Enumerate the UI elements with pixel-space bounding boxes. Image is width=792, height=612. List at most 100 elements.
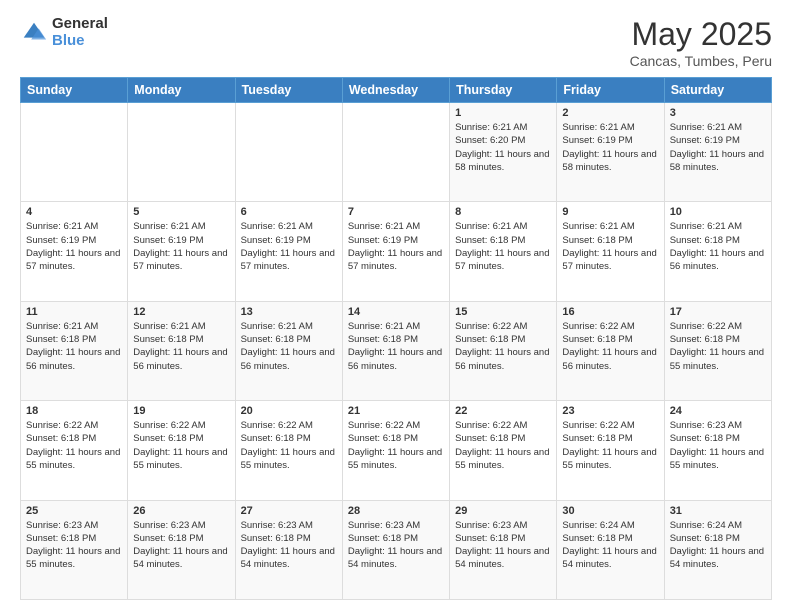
location: Cancas, Tumbes, Peru (630, 53, 772, 69)
col-monday: Monday (128, 78, 235, 103)
day-number: 26 (133, 505, 229, 517)
day-number: 13 (241, 306, 337, 318)
day-info: Sunrise: 6:21 AMSunset: 6:18 PMDaylight:… (26, 320, 122, 373)
logo-blue: Blue (52, 33, 108, 50)
calendar-cell: 30Sunrise: 6:24 AMSunset: 6:18 PMDayligh… (557, 500, 664, 599)
day-info: Sunrise: 6:21 AMSunset: 6:19 PMDaylight:… (562, 121, 658, 174)
day-info: Sunrise: 6:22 AMSunset: 6:18 PMDaylight:… (562, 419, 658, 472)
calendar-week-1: 4 Sunrise: 6:21 AMSunset: 6:19 PMDaylight… (21, 202, 772, 301)
calendar-cell (235, 103, 342, 202)
calendar-cell (21, 103, 128, 202)
day-number: 11 (26, 306, 122, 318)
day-info: Sunrise: 6:23 AMSunset: 6:18 PMDaylight:… (26, 519, 122, 572)
calendar-cell: 22 Sunrise: 6:22 AMSunset: 6:18 PMDayligh… (450, 401, 557, 500)
day-number: 5 (133, 206, 229, 218)
col-friday: Friday (557, 78, 664, 103)
calendar-cell: 9Sunrise: 6:21 AMSunset: 6:18 PMDaylight… (557, 202, 664, 301)
calendar-cell: 29 Sunrise: 6:23 AMSunset: 6:18 PMDayligh… (450, 500, 557, 599)
day-info: Sunrise: 6:22 AMSunset: 6:18 PMDaylight:… (562, 320, 658, 373)
calendar-body: 1 Sunrise: 6:21 AMSunset: 6:20 PMDaylight… (21, 103, 772, 600)
day-number: 28 (348, 505, 444, 517)
day-info: Sunrise: 6:21 AMSunset: 6:19 PMDaylight:… (348, 220, 444, 273)
day-info: Sunrise: 6:21 AMSunset: 6:18 PMDaylight:… (562, 220, 658, 273)
day-info: Sunrise: 6:23 AMSunset: 6:18 PMDaylight:… (241, 519, 337, 572)
calendar-week-4: 25Sunrise: 6:23 AMSunset: 6:18 PMDayligh… (21, 500, 772, 599)
calendar-cell: 5 Sunrise: 6:21 AMSunset: 6:19 PMDaylight… (128, 202, 235, 301)
col-saturday: Saturday (664, 78, 771, 103)
calendar-cell: 1 Sunrise: 6:21 AMSunset: 6:20 PMDaylight… (450, 103, 557, 202)
day-info: Sunrise: 6:21 AMSunset: 6:18 PMDaylight:… (348, 320, 444, 373)
day-info: Sunrise: 6:23 AMSunset: 6:18 PMDaylight:… (670, 419, 766, 472)
col-wednesday: Wednesday (342, 78, 449, 103)
day-number: 27 (241, 505, 337, 517)
logo-text: General Blue (52, 16, 108, 49)
calendar-cell: 7 Sunrise: 6:21 AMSunset: 6:19 PMDaylight… (342, 202, 449, 301)
day-info: Sunrise: 6:21 AMSunset: 6:18 PMDaylight:… (455, 220, 551, 273)
calendar-cell: 25Sunrise: 6:23 AMSunset: 6:18 PMDayligh… (21, 500, 128, 599)
calendar-cell: 19 Sunrise: 6:22 AMSunset: 6:18 PMDayligh… (128, 401, 235, 500)
calendar-cell: 28 Sunrise: 6:23 AMSunset: 6:18 PMDayligh… (342, 500, 449, 599)
day-info: Sunrise: 6:22 AMSunset: 6:18 PMDaylight:… (133, 419, 229, 472)
day-number: 1 (455, 107, 551, 119)
calendar-cell: 3Sunrise: 6:21 AMSunset: 6:19 PMDaylight… (664, 103, 771, 202)
calendar-cell: 21 Sunrise: 6:22 AMSunset: 6:18 PMDayligh… (342, 401, 449, 500)
logo-general: General (52, 16, 108, 33)
day-info: Sunrise: 6:23 AMSunset: 6:18 PMDaylight:… (133, 519, 229, 572)
calendar-week-2: 11 Sunrise: 6:21 AMSunset: 6:18 PMDayligh… (21, 301, 772, 400)
calendar-cell (342, 103, 449, 202)
day-info: Sunrise: 6:23 AMSunset: 6:18 PMDaylight:… (348, 519, 444, 572)
day-number: 21 (348, 405, 444, 417)
day-number: 29 (455, 505, 551, 517)
day-number: 17 (670, 306, 766, 318)
day-number: 23 (562, 405, 658, 417)
calendar-header: Sunday Monday Tuesday Wednesday Thursday… (21, 78, 772, 103)
calendar-cell: 2 Sunrise: 6:21 AMSunset: 6:19 PMDaylight… (557, 103, 664, 202)
day-info: Sunrise: 6:22 AMSunset: 6:18 PMDaylight:… (670, 320, 766, 373)
day-number: 20 (241, 405, 337, 417)
day-number: 7 (348, 206, 444, 218)
day-info: Sunrise: 6:21 AMSunset: 6:19 PMDaylight:… (241, 220, 337, 273)
day-info: Sunrise: 6:24 AMSunset: 6:18 PMDaylight:… (670, 519, 766, 572)
col-thursday: Thursday (450, 78, 557, 103)
calendar-cell: 10Sunrise: 6:21 AMSunset: 6:18 PMDayligh… (664, 202, 771, 301)
day-info: Sunrise: 6:22 AMSunset: 6:18 PMDaylight:… (455, 320, 551, 373)
calendar-cell: 23 Sunrise: 6:22 AMSunset: 6:18 PMDayligh… (557, 401, 664, 500)
col-tuesday: Tuesday (235, 78, 342, 103)
day-info: Sunrise: 6:22 AMSunset: 6:18 PMDaylight:… (455, 419, 551, 472)
header-row: Sunday Monday Tuesday Wednesday Thursday… (21, 78, 772, 103)
day-number: 8 (455, 206, 551, 218)
day-info: Sunrise: 6:21 AMSunset: 6:18 PMDaylight:… (670, 220, 766, 273)
day-number: 6 (241, 206, 337, 218)
day-number: 4 (26, 206, 122, 218)
day-number: 16 (562, 306, 658, 318)
logo: General Blue (20, 16, 108, 49)
day-info: Sunrise: 6:22 AMSunset: 6:18 PMDaylight:… (241, 419, 337, 472)
day-info: Sunrise: 6:21 AMSunset: 6:20 PMDaylight:… (455, 121, 551, 174)
day-number: 14 (348, 306, 444, 318)
day-info: Sunrise: 6:22 AMSunset: 6:18 PMDaylight:… (348, 419, 444, 472)
day-number: 19 (133, 405, 229, 417)
calendar-cell: 17 Sunrise: 6:22 AMSunset: 6:18 PMDayligh… (664, 301, 771, 400)
day-info: Sunrise: 6:23 AMSunset: 6:18 PMDaylight:… (455, 519, 551, 572)
day-info: Sunrise: 6:24 AMSunset: 6:18 PMDaylight:… (562, 519, 658, 572)
calendar-table: Sunday Monday Tuesday Wednesday Thursday… (20, 77, 772, 600)
calendar-cell: 11 Sunrise: 6:21 AMSunset: 6:18 PMDayligh… (21, 301, 128, 400)
day-number: 22 (455, 405, 551, 417)
day-number: 24 (670, 405, 766, 417)
day-info: Sunrise: 6:21 AMSunset: 6:18 PMDaylight:… (133, 320, 229, 373)
day-info: Sunrise: 6:21 AMSunset: 6:19 PMDaylight:… (26, 220, 122, 273)
calendar-week-3: 18 Sunrise: 6:22 AMSunset: 6:18 PMDayligh… (21, 401, 772, 500)
day-number: 18 (26, 405, 122, 417)
day-info: Sunrise: 6:21 AMSunset: 6:19 PMDaylight:… (133, 220, 229, 273)
calendar-page: General Blue May 2025 Cancas, Tumbes, Pe… (0, 0, 792, 612)
calendar-cell: 15Sunrise: 6:22 AMSunset: 6:18 PMDayligh… (450, 301, 557, 400)
calendar-cell: 14 Sunrise: 6:21 AMSunset: 6:18 PMDayligh… (342, 301, 449, 400)
top-section: General Blue May 2025 Cancas, Tumbes, Pe… (20, 16, 772, 69)
month-title: May 2025 (630, 16, 772, 53)
header-right: May 2025 Cancas, Tumbes, Peru (630, 16, 772, 69)
calendar-cell: 24 Sunrise: 6:23 AMSunset: 6:18 PMDayligh… (664, 401, 771, 500)
calendar-cell: 16 Sunrise: 6:22 AMSunset: 6:18 PMDayligh… (557, 301, 664, 400)
calendar-cell (128, 103, 235, 202)
day-number: 2 (562, 107, 658, 119)
calendar-cell: 26 Sunrise: 6:23 AMSunset: 6:18 PMDayligh… (128, 500, 235, 599)
